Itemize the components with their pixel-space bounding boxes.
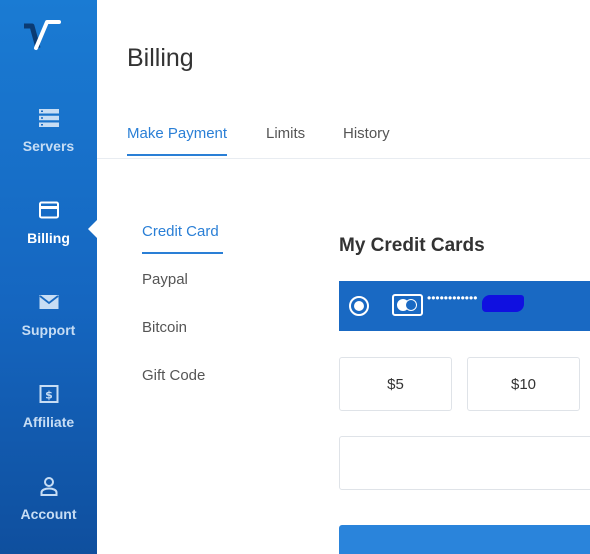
- sidebar-item-label: Account: [20, 506, 77, 522]
- sidebar-item-label: Affiliate: [22, 414, 75, 430]
- billing-card-icon: [38, 201, 59, 219]
- card-number: ••••••••••••: [427, 291, 478, 305]
- tab-make-payment[interactable]: Make Payment: [127, 125, 228, 156]
- page-title: Billing: [127, 44, 194, 72]
- tabs-divider: [97, 158, 590, 159]
- custom-amount-input[interactable]: [339, 436, 590, 490]
- credit-card-icon: [392, 294, 423, 316]
- sidebar-item-account[interactable]: Account: [0, 474, 97, 554]
- vultr-logo-icon[interactable]: [22, 18, 62, 58]
- credit-card-row[interactable]: ••••••••••••: [339, 281, 590, 331]
- sidebar-item-label: Servers: [22, 138, 75, 154]
- sidebar-item-label: Support: [21, 322, 76, 338]
- amount-5-button[interactable]: $5: [339, 357, 452, 411]
- sidebar-item-support[interactable]: Support: [0, 290, 97, 370]
- redaction-mark: [482, 295, 524, 312]
- tab-limits[interactable]: Limits: [266, 125, 305, 152]
- svg-text:$: $: [45, 389, 53, 402]
- user-icon: [40, 477, 57, 496]
- envelope-icon: [38, 295, 59, 309]
- sidebar-item-servers[interactable]: Servers: [0, 106, 97, 186]
- method-active-underline: [142, 252, 223, 254]
- sidebar-item-affiliate[interactable]: $ Affiliate: [0, 382, 97, 462]
- card-radio[interactable]: [349, 296, 369, 316]
- tab-history[interactable]: History: [343, 125, 390, 152]
- sidebar-item-label: Billing: [27, 230, 70, 246]
- dollar-icon: $: [39, 385, 58, 403]
- method-bitcoin[interactable]: Bitcoin: [142, 319, 187, 336]
- method-gift-code[interactable]: Gift Code: [142, 367, 205, 384]
- section-title: My Credit Cards: [339, 235, 485, 256]
- pay-button[interactable]: [339, 525, 590, 554]
- sidebar-item-billing[interactable]: Billing: [0, 198, 97, 278]
- sidebar: Servers Billing Support $ Affiliate Acco…: [0, 0, 97, 554]
- servers-icon: [38, 109, 59, 127]
- method-credit-card[interactable]: Credit Card: [142, 223, 219, 240]
- amount-10-button[interactable]: $10: [467, 357, 580, 411]
- active-indicator: [88, 220, 97, 238]
- method-paypal[interactable]: Paypal: [142, 271, 188, 288]
